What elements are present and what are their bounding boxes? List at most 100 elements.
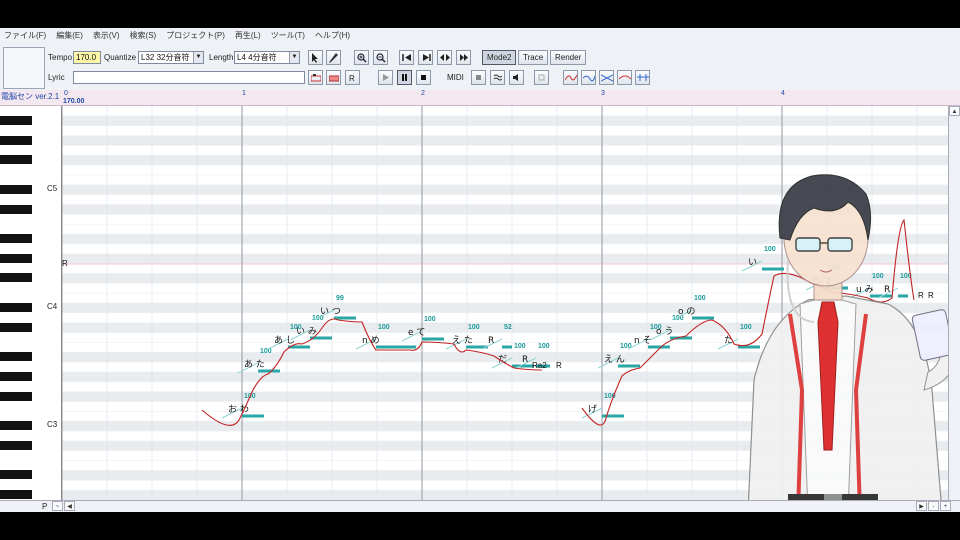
trace-button[interactable]: Trace bbox=[518, 50, 549, 65]
pitch-tool-2-button[interactable] bbox=[581, 70, 596, 85]
note-lyric: R bbox=[884, 285, 890, 295]
loop-button[interactable] bbox=[534, 70, 549, 85]
note-velocity: 100 bbox=[514, 343, 526, 350]
pitch-tool-5-button[interactable] bbox=[635, 70, 650, 85]
pitch-tool-3-button[interactable] bbox=[599, 70, 614, 85]
black-key[interactable] bbox=[0, 204, 32, 214]
note-velocity: 100 bbox=[620, 343, 632, 350]
black-key[interactable] bbox=[0, 440, 32, 450]
join-button[interactable] bbox=[456, 50, 471, 65]
note-grid[interactable]: 100お わ100あ た100あ し100い み99い つ100n め100e … bbox=[62, 106, 948, 500]
skip-start-icon bbox=[401, 54, 411, 61]
vertical-scrollbar[interactable]: ▲ bbox=[948, 106, 960, 500]
pause-button[interactable] bbox=[397, 70, 412, 85]
black-key[interactable] bbox=[0, 421, 32, 431]
pencil-icon bbox=[329, 53, 338, 63]
scroll-left-button[interactable]: ◀ bbox=[64, 501, 75, 511]
black-key[interactable] bbox=[0, 470, 32, 480]
horizontal-scrollbar[interactable]: P ~ ◀ ▶ - + bbox=[0, 500, 960, 512]
black-key[interactable] bbox=[0, 234, 32, 244]
midi-thru-button[interactable] bbox=[490, 70, 505, 85]
zoom-plus-button[interactable]: + bbox=[940, 501, 951, 511]
menu-edit[interactable]: 編集(E) bbox=[56, 30, 83, 41]
note-bar bbox=[762, 267, 784, 271]
go-start-button[interactable] bbox=[399, 50, 414, 65]
note-lyric: げ bbox=[588, 404, 597, 415]
zoom-in-button[interactable] bbox=[354, 50, 369, 65]
version-label: 電脳セン ver.2.1 bbox=[1, 92, 60, 101]
black-key[interactable] bbox=[0, 490, 32, 500]
scroll-left-end-button[interactable]: ~ bbox=[52, 501, 63, 511]
piano-keyboard[interactable]: C5 C4 C3 bbox=[0, 106, 62, 500]
menu-project[interactable]: プロジェクト(P) bbox=[166, 30, 225, 41]
black-key[interactable] bbox=[0, 371, 32, 381]
zoom-out-icon bbox=[375, 53, 386, 63]
black-key[interactable] bbox=[0, 322, 32, 332]
lyric-label: Lyric bbox=[48, 73, 65, 82]
midi-record-button[interactable] bbox=[471, 70, 486, 85]
menu-tools[interactable]: ツール(T) bbox=[271, 30, 305, 41]
scroll-up-button[interactable]: ▲ bbox=[949, 106, 960, 116]
length-select[interactable]: L4 4分音符 ▼ bbox=[234, 51, 300, 64]
note-bar bbox=[602, 414, 624, 418]
pitch-curve-icon bbox=[636, 74, 649, 81]
black-key[interactable] bbox=[0, 155, 32, 165]
black-key[interactable] bbox=[0, 135, 32, 145]
split-button[interactable] bbox=[437, 50, 452, 65]
speaker-button[interactable] bbox=[509, 70, 524, 85]
note-velocity: 100 bbox=[872, 273, 884, 280]
pencil-tool-button[interactable] bbox=[326, 50, 341, 65]
menu-view[interactable]: 表示(V) bbox=[93, 30, 120, 41]
note-velocity: 100 bbox=[694, 295, 706, 302]
note-tool-button[interactable] bbox=[308, 70, 323, 85]
render-button[interactable]: Render bbox=[550, 50, 587, 65]
stop-button[interactable] bbox=[416, 70, 431, 85]
menu-help[interactable]: ヘルプ(H) bbox=[315, 30, 350, 41]
pitch-tool-4-button[interactable] bbox=[617, 70, 632, 85]
grid-row-shade bbox=[62, 184, 948, 195]
square-icon bbox=[476, 75, 481, 80]
menu-file[interactable]: ファイル(F) bbox=[4, 30, 46, 41]
mode2-button[interactable]: Mode2 bbox=[482, 50, 517, 65]
black-key[interactable] bbox=[0, 352, 32, 362]
play-button[interactable] bbox=[378, 70, 393, 85]
menu-search[interactable]: 検索(S) bbox=[130, 30, 157, 41]
grid-row-shade bbox=[62, 115, 948, 126]
scroll-right-button[interactable]: ▶ bbox=[916, 501, 927, 511]
piano-roll: 電脳セン ver.2.1 0 1 2 3 4 170.00 C5 C4 C3 100… bbox=[0, 90, 960, 512]
black-key[interactable] bbox=[0, 273, 32, 283]
tempo-input[interactable]: 170.0 bbox=[73, 51, 101, 64]
black-key[interactable] bbox=[0, 303, 32, 312]
svg-text:R: R bbox=[349, 74, 355, 82]
octave-label: C4 bbox=[47, 302, 58, 311]
quantize-select[interactable]: L32 32分音符 ▼ bbox=[138, 51, 204, 64]
timeline-ruler[interactable]: 電脳セン ver.2.1 0 1 2 3 4 170.00 bbox=[0, 90, 960, 106]
black-key[interactable] bbox=[0, 184, 32, 194]
menu-playback[interactable]: 再生(L) bbox=[235, 30, 261, 41]
note-lyric: え ん bbox=[604, 354, 625, 365]
pitch-curve-icon bbox=[600, 74, 613, 82]
length-value: L4 4分音符 bbox=[237, 53, 277, 62]
select-tool-button[interactable] bbox=[308, 50, 323, 65]
go-end-button[interactable] bbox=[418, 50, 433, 65]
lyric-input[interactable] bbox=[73, 71, 305, 84]
pause-icon bbox=[402, 74, 407, 81]
black-key[interactable] bbox=[0, 253, 32, 263]
rest-icon: R bbox=[349, 74, 355, 82]
rest-mark: R bbox=[928, 291, 934, 300]
zoom-in-icon bbox=[356, 53, 367, 63]
grid-row-shade bbox=[62, 303, 948, 313]
highlight-tool-button[interactable] bbox=[326, 70, 341, 85]
zoom-minus-button[interactable]: - bbox=[928, 501, 939, 511]
pitch-tool-1-button[interactable] bbox=[563, 70, 578, 85]
black-key[interactable] bbox=[0, 391, 32, 401]
note-velocity: 100 bbox=[740, 324, 752, 331]
note-velocity: 100 bbox=[424, 316, 436, 323]
grid-row-shade bbox=[62, 204, 948, 215]
black-key[interactable] bbox=[0, 115, 32, 125]
zoom-out-button[interactable] bbox=[373, 50, 388, 65]
note-block-icon bbox=[310, 74, 321, 82]
rest-mark: R bbox=[62, 259, 68, 268]
quantize-value: L32 32分音符 bbox=[141, 53, 190, 62]
rest-tool-button[interactable]: R bbox=[345, 70, 360, 85]
